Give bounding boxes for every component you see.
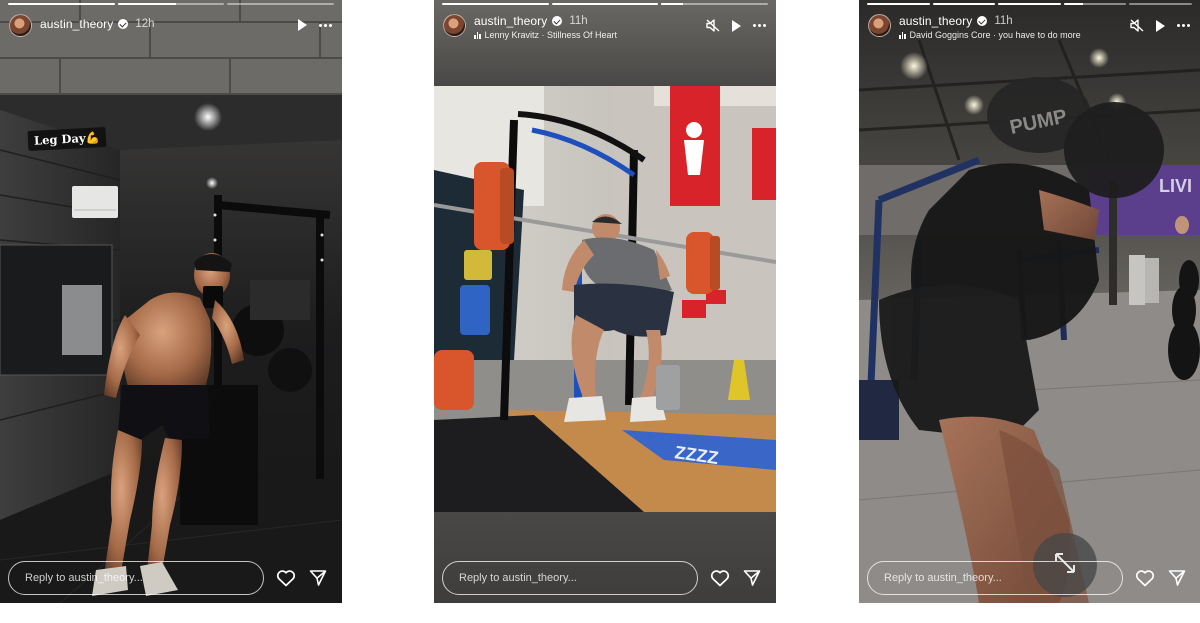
- progress-segment: [998, 3, 1061, 5]
- story-footer: [8, 561, 332, 595]
- heart-icon[interactable]: [1135, 569, 1155, 587]
- story-meta: austin_theory 11h Lenny Kravitz · Stilln…: [474, 14, 617, 40]
- progress-segment: [1129, 3, 1192, 5]
- story-photo-mirror-selfie: [0, 0, 342, 603]
- music-bars-icon: [474, 31, 481, 39]
- story-controls: [1130, 14, 1192, 32]
- story-progress-bar: [8, 3, 335, 5]
- story-meta: austin_theory 12h: [40, 14, 155, 31]
- progress-segment: [117, 3, 225, 5]
- music-bars-icon: [899, 31, 906, 39]
- progress-segment: [8, 3, 115, 5]
- progress-segment: [932, 3, 996, 5]
- reply-input[interactable]: [442, 561, 698, 595]
- progress-segment: [551, 3, 659, 5]
- music-attribution[interactable]: Lenny Kravitz · Stillness Of Heart: [474, 30, 617, 40]
- more-options-icon[interactable]: [753, 20, 766, 32]
- progress-segment: [227, 3, 335, 5]
- avatar[interactable]: [9, 14, 32, 37]
- music-track: Lenny Kravitz · Stillness Of Heart: [484, 30, 618, 40]
- progress-segment: [661, 3, 769, 5]
- story-card-3[interactable]: LIVI PUMP austin_theory 11h David Goggin…: [859, 0, 1200, 603]
- leg-day-sticker: Leg Day💪: [27, 126, 107, 152]
- avatar[interactable]: [443, 14, 466, 37]
- story-footer: [867, 561, 1190, 595]
- story-photo-squat: ZZZZ: [434, 0, 776, 603]
- story-header: austin_theory 11h Lenny Kravitz · Stilln…: [443, 14, 768, 40]
- story-progress-bar: [867, 3, 1192, 5]
- send-icon[interactable]: [309, 569, 327, 587]
- story-header: austin_theory 12h: [9, 14, 334, 40]
- progress-segment: [442, 3, 549, 5]
- story-meta: austin_theory 11h David Goggins Core · y…: [899, 14, 1081, 40]
- story-controls: [298, 14, 334, 31]
- play-icon[interactable]: [1156, 19, 1165, 32]
- play-icon[interactable]: [298, 19, 307, 31]
- heart-icon[interactable]: [710, 569, 730, 587]
- heart-icon[interactable]: [276, 569, 296, 587]
- svg-text:LIVI: LIVI: [1159, 176, 1192, 196]
- username[interactable]: austin_theory: [474, 14, 547, 28]
- story-controls: [706, 14, 768, 32]
- play-icon[interactable]: [732, 19, 741, 32]
- reply-input[interactable]: [867, 561, 1123, 595]
- story-card-2[interactable]: ZZZZ austin_theory 11h Lenny Kravitz · S…: [434, 0, 776, 603]
- music-attribution[interactable]: David Goggins Core · you have to do more: [899, 30, 1081, 40]
- story-progress-bar: [442, 3, 769, 5]
- mute-icon[interactable]: [706, 19, 720, 32]
- more-options-icon[interactable]: [319, 19, 332, 31]
- post-time: 11h: [994, 15, 1013, 27]
- progress-segment: [1063, 3, 1127, 5]
- post-time: 12h: [135, 18, 155, 30]
- verified-badge-icon: [552, 16, 563, 26]
- story-card-1[interactable]: austin_theory 12h Leg Day💪: [0, 0, 342, 603]
- avatar[interactable]: [868, 14, 891, 37]
- username[interactable]: austin_theory: [40, 17, 113, 31]
- post-time: 11h: [569, 15, 588, 27]
- send-icon[interactable]: [1168, 569, 1186, 587]
- music-track: David Goggins Core · you have to do more: [909, 30, 1081, 40]
- send-icon[interactable]: [743, 569, 761, 587]
- verified-badge-icon: [118, 19, 129, 29]
- story-photo-gym-motion: LIVI PUMP: [859, 0, 1200, 603]
- username[interactable]: austin_theory: [899, 14, 972, 28]
- mute-icon[interactable]: [1130, 19, 1144, 32]
- story-header: austin_theory 11h David Goggins Core · y…: [868, 14, 1192, 40]
- verified-badge-icon: [977, 16, 988, 26]
- reply-input[interactable]: [8, 561, 264, 595]
- more-options-icon[interactable]: [1177, 20, 1190, 32]
- progress-segment: [867, 3, 930, 5]
- story-footer: [442, 561, 766, 595]
